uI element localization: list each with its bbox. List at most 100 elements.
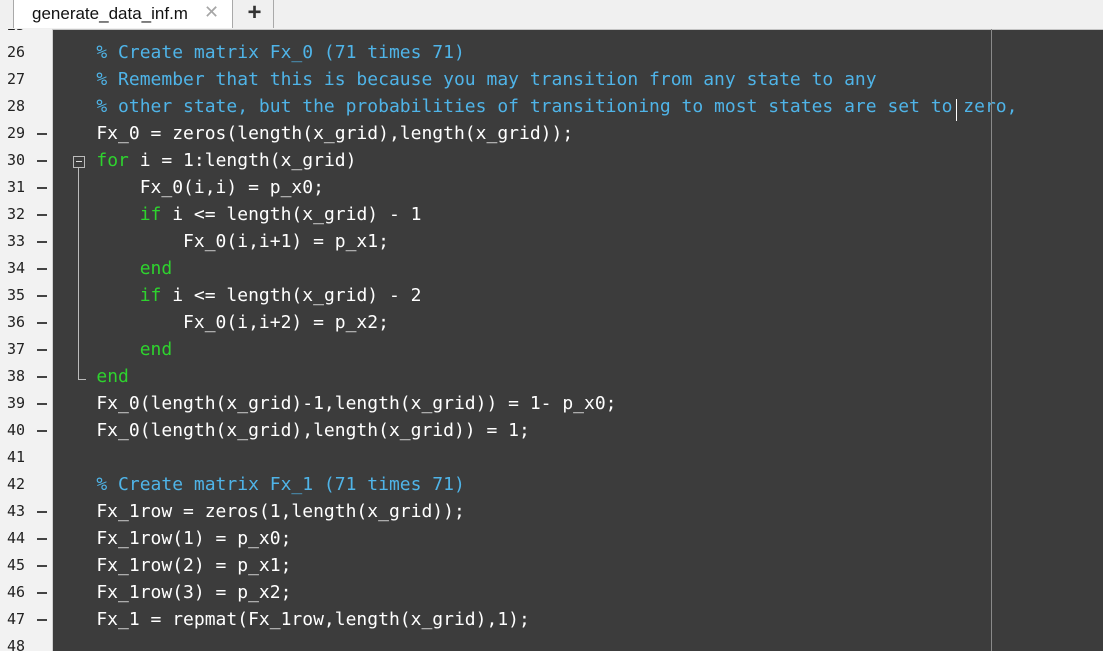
code-text: i <= length(x_grid) - 2 <box>161 285 422 306</box>
breakpoint-marker[interactable] <box>37 268 47 270</box>
code-line[interactable]: end <box>53 255 173 282</box>
code-line[interactable]: if i <= length(x_grid) - 1 <box>53 201 422 228</box>
code-line[interactable]: for i = 1:length(x_grid) <box>53 147 356 174</box>
code-line[interactable]: if i <= length(x_grid) - 2 <box>53 282 422 309</box>
line-number-text: 36 <box>7 313 26 331</box>
code-line[interactable]: Fx_0(length(x_grid),length(x_grid)) = 1; <box>53 417 530 444</box>
breakpoint-marker[interactable] <box>37 403 47 405</box>
line-number: 47 <box>0 606 52 633</box>
code-line[interactable]: % other state, but the probabilities of … <box>53 93 1017 120</box>
breakpoint-marker[interactable] <box>37 376 47 378</box>
code-comment: % Create matrix Fx_1 (71 times 71) <box>53 474 465 495</box>
breakpoint-marker[interactable] <box>37 322 47 324</box>
line-number: 39 <box>0 390 52 417</box>
line-number: 35 <box>0 282 52 309</box>
code-line[interactable]: end <box>53 336 173 363</box>
code-editor[interactable]: % Create matrix Fx_0 (71 times 71) % Rem… <box>53 29 1103 651</box>
line-number-text: 42 <box>7 475 26 493</box>
line-number-text: 33 <box>7 232 26 250</box>
code-line[interactable]: Fx_1 = repmat(Fx_1row,length(x_grid),1); <box>53 606 530 633</box>
line-number: 41 <box>0 444 52 471</box>
close-tab-icon[interactable]: ✕ <box>204 2 219 23</box>
line-number: 45 <box>0 552 52 579</box>
line-number-text: 44 <box>7 529 26 547</box>
line-number-text: 43 <box>7 502 26 520</box>
code-text: Fx_1row(1) = p_x0; <box>53 528 292 549</box>
breakpoint-marker[interactable] <box>37 214 47 216</box>
code-line[interactable]: Fx_0(i,i+2) = p_x2; <box>53 309 389 336</box>
breakpoint-marker[interactable] <box>37 133 47 135</box>
breakpoint-marker[interactable] <box>37 592 47 594</box>
line-number-partial-top: 25 <box>0 29 52 39</box>
code-keyword: end <box>96 366 129 387</box>
breakpoint-marker[interactable] <box>37 538 47 540</box>
line-number-text: 37 <box>7 340 26 358</box>
line-number: 29 <box>0 120 52 147</box>
line-number: 36 <box>0 309 52 336</box>
editor-tab-strip: generate_data_inf.m ✕ + <box>0 0 1103 30</box>
code-keyword: if <box>139 204 162 225</box>
code-line[interactable]: Fx_0(length(x_grid)-1,length(x_grid)) = … <box>53 390 617 417</box>
code-text: i = 1:length(x_grid) <box>128 150 357 171</box>
file-tab[interactable]: generate_data_inf.m ✕ <box>13 0 233 28</box>
line-number: 33 <box>0 228 52 255</box>
code-text: Fx_1row(3) = p_x2; <box>53 582 292 603</box>
breakpoint-marker[interactable] <box>37 619 47 621</box>
line-number: 37 <box>0 336 52 363</box>
line-number: 27 <box>0 66 52 93</box>
line-number-text: 34 <box>7 259 26 277</box>
line-number-text: 32 <box>7 205 26 223</box>
breakpoint-marker[interactable] <box>37 511 47 513</box>
line-number: 44 <box>0 525 52 552</box>
line-number: 42 <box>0 471 52 498</box>
line-number: 43 <box>0 498 52 525</box>
breakpoint-marker[interactable] <box>37 349 47 351</box>
code-line[interactable]: Fx_0(i,i) = p_x0; <box>53 174 324 201</box>
code-text: Fx_0(length(x_grid)-1,length(x_grid)) = … <box>53 393 617 414</box>
code-line[interactable]: Fx_0 = zeros(length(x_grid),length(x_gri… <box>53 120 573 147</box>
code-text: Fx_1row(2) = p_x1; <box>53 555 292 576</box>
code-line[interactable]: Fx_1row(2) = p_x1; <box>53 552 291 579</box>
breakpoint-marker[interactable] <box>37 187 47 189</box>
code-keyword: end <box>139 339 173 360</box>
code-line[interactable]: Fx_1row(1) = p_x0; <box>53 525 291 552</box>
line-number-text: 45 <box>7 556 26 574</box>
text-cursor <box>956 99 957 121</box>
line-number-text: 27 <box>7 70 26 88</box>
code-line[interactable]: Fx_1row = zeros(1,length(x_grid)); <box>53 498 465 525</box>
breakpoint-marker[interactable] <box>37 241 47 243</box>
code-line[interactable]: % Create matrix Fx_0 (71 times 71) <box>53 39 464 66</box>
line-number-text: 38 <box>7 367 26 385</box>
line-number-text: 41 <box>7 448 26 466</box>
code-text: Fx_1 = repmat(Fx_1row,length(x_grid),1); <box>53 609 530 630</box>
line-number: 38 <box>0 363 52 390</box>
line-number: 31 <box>0 174 52 201</box>
code-text: Fx_0 = zeros(length(x_grid),length(x_gri… <box>53 123 574 144</box>
code-text: Fx_0(i,i+1) = p_x1; <box>53 231 389 252</box>
breakpoint-marker[interactable] <box>37 565 47 567</box>
line-number-text: 46 <box>7 583 26 601</box>
line-number-partial-bottom: 48 <box>7 637 26 651</box>
code-line[interactable]: % Create matrix Fx_1 (71 times 71) <box>53 471 465 498</box>
code-text: Fx_0(length(x_grid),length(x_grid)) = 1; <box>53 420 530 441</box>
code-text: Fx_1row = zeros(1,length(x_grid)); <box>53 501 465 522</box>
code-text: i <= length(x_grid) - 1 <box>161 204 422 225</box>
breakpoint-marker[interactable] <box>37 160 47 162</box>
breakpoint-marker[interactable] <box>37 295 47 297</box>
line-number-text: 31 <box>7 178 26 196</box>
file-tab-label: generate_data_inf.m <box>32 4 188 23</box>
code-line[interactable]: % Remember that this is because you may … <box>53 66 876 93</box>
code-text: Fx_0(i,i) = p_x0; <box>53 177 324 198</box>
code-line[interactable]: Fx_1row(3) = p_x2; <box>53 579 291 606</box>
line-number: 40 <box>0 417 52 444</box>
line-number-text: 28 <box>7 97 26 115</box>
code-line[interactable]: end <box>53 363 129 390</box>
line-number-gutter[interactable]: 25 26 27 28 29 30 31 32 33 34 35 36 37 38 39 40 41 42 43 4… <box>0 29 53 651</box>
code-line[interactable]: Fx_0(i,i+1) = p_x1; <box>53 228 389 255</box>
line-number-text: 47 <box>7 610 26 628</box>
breakpoint-marker[interactable] <box>37 430 47 432</box>
code-keyword: end <box>139 258 173 279</box>
new-tab-button[interactable]: + <box>236 0 274 28</box>
